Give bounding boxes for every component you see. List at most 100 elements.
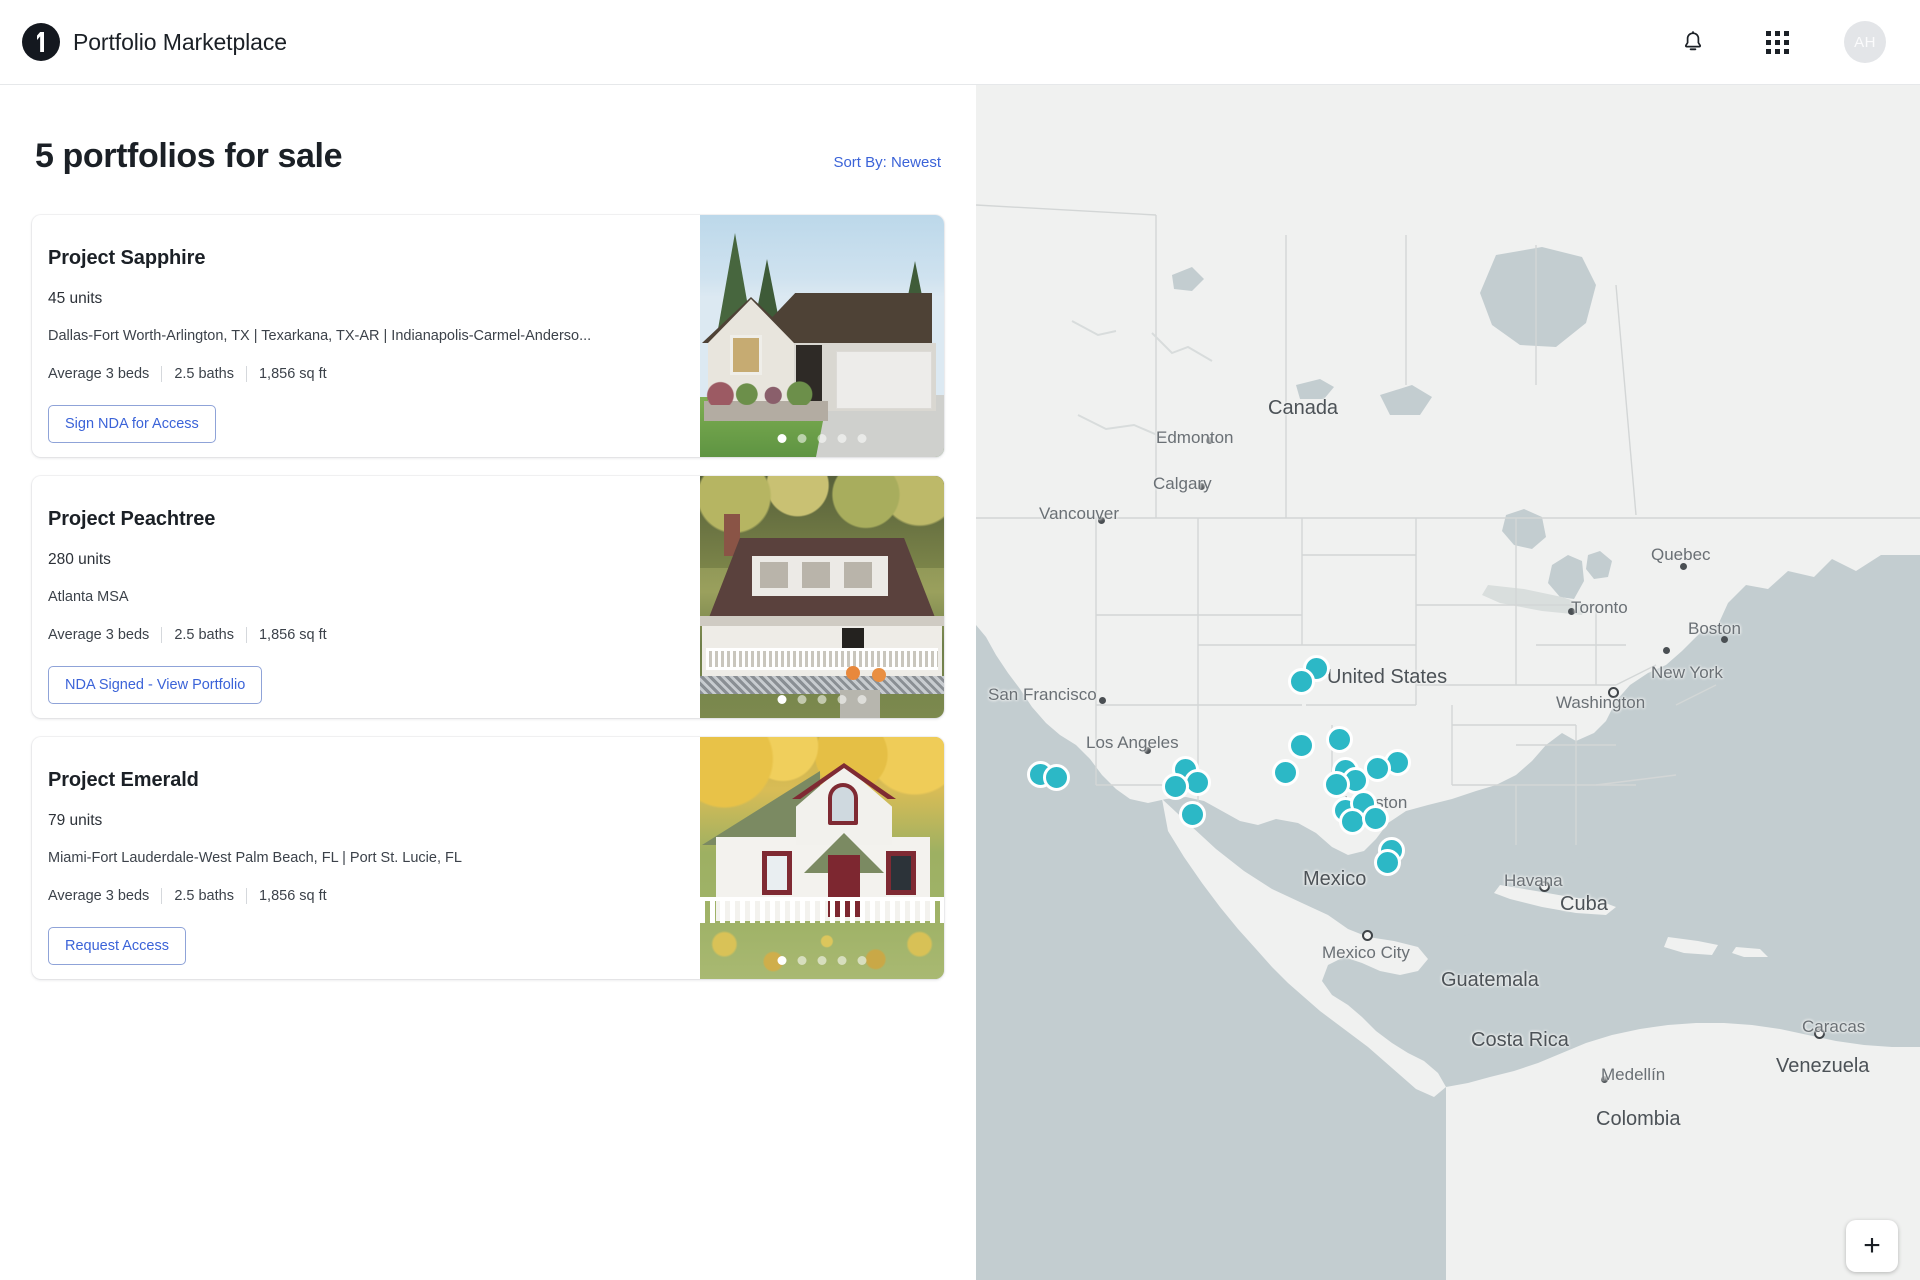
card-details: Project Emerald 79 units Miami-Fort Laud… bbox=[32, 737, 700, 979]
map-city-dot bbox=[1098, 517, 1105, 524]
card-markets: Atlanta MSA bbox=[48, 589, 129, 605]
map-property-marker[interactable] bbox=[1323, 771, 1350, 798]
map-zoom-in-button[interactable]: + bbox=[1846, 1220, 1898, 1272]
card-image-carousel[interactable] bbox=[700, 737, 944, 979]
card-title: Project Sapphire bbox=[48, 247, 206, 269]
map-city-dot bbox=[1206, 437, 1213, 444]
map-city-dot bbox=[1680, 563, 1687, 570]
page-title: 5 portfolios for sale bbox=[35, 137, 343, 175]
map-capital-dot bbox=[1814, 1028, 1825, 1039]
map-capital-dot bbox=[1608, 687, 1619, 698]
spec-divider bbox=[245, 627, 247, 643]
map-property-marker[interactable] bbox=[1374, 849, 1401, 876]
bell-icon[interactable] bbox=[1676, 25, 1710, 59]
carousel-dot[interactable] bbox=[777, 956, 787, 965]
card-details: Project Sapphire 45 units Dallas-Fort Wo… bbox=[32, 215, 700, 457]
portfolio-card[interactable]: Project Sapphire 45 units Dallas-Fort Wo… bbox=[32, 215, 944, 457]
card-specs: Average 3 beds 2.5 baths 1,856 sq ft bbox=[48, 366, 700, 382]
portfolio-card[interactable]: Project Peachtree 280 units Atlanta MSA … bbox=[32, 476, 944, 718]
spec-divider bbox=[161, 627, 163, 643]
carousel-dot[interactable] bbox=[777, 434, 787, 443]
card-units: 79 units bbox=[48, 812, 103, 829]
card-specs: Average 3 beds 2.5 baths 1,856 sq ft bbox=[48, 888, 700, 904]
spec-divider bbox=[161, 888, 163, 904]
nda-signed-view-portfolio-button[interactable]: NDA Signed - View Portfolio bbox=[48, 666, 263, 704]
property-photo bbox=[700, 215, 944, 457]
spec-beds: Average 3 beds bbox=[48, 366, 150, 382]
spec-sqft: 1,856 sq ft bbox=[258, 627, 327, 643]
spec-divider bbox=[245, 888, 247, 904]
spec-baths: 2.5 baths bbox=[174, 627, 234, 643]
portfolio-card[interactable]: Project Emerald 79 units Miami-Fort Laud… bbox=[32, 737, 944, 979]
map-property-marker[interactable] bbox=[1179, 801, 1206, 828]
property-photo bbox=[700, 476, 944, 718]
main-content: 5 portfolios for sale Sort By: Newest Pr… bbox=[0, 85, 1920, 1280]
carousel-dot[interactable] bbox=[837, 434, 847, 443]
one-circle-logo-icon bbox=[22, 23, 60, 61]
spec-baths: 2.5 baths bbox=[174, 366, 234, 382]
carousel-dots bbox=[777, 434, 867, 443]
map-property-marker[interactable] bbox=[1288, 732, 1315, 759]
carousel-dot[interactable] bbox=[797, 956, 807, 965]
property-photo bbox=[700, 737, 944, 979]
map-basemap bbox=[976, 85, 1920, 1280]
carousel-dots bbox=[777, 956, 867, 965]
spec-sqft: 1,856 sq ft bbox=[258, 366, 327, 382]
carousel-dots bbox=[777, 695, 867, 704]
carousel-dot[interactable] bbox=[857, 956, 867, 965]
carousel-dot[interactable] bbox=[797, 434, 807, 443]
card-markets: Miami-Fort Lauderdale-West Palm Beach, F… bbox=[48, 850, 462, 866]
carousel-dot[interactable] bbox=[817, 695, 827, 704]
spec-baths: 2.5 baths bbox=[174, 888, 234, 904]
carousel-dot[interactable] bbox=[837, 695, 847, 704]
card-units: 45 units bbox=[48, 290, 103, 307]
spec-divider bbox=[245, 366, 247, 382]
map-city-dot bbox=[1568, 608, 1575, 615]
map-property-marker[interactable] bbox=[1326, 726, 1353, 753]
map-property-marker[interactable] bbox=[1162, 773, 1189, 800]
card-details: Project Peachtree 280 units Atlanta MSA … bbox=[32, 476, 700, 718]
carousel-dot[interactable] bbox=[837, 956, 847, 965]
card-image-carousel[interactable] bbox=[700, 476, 944, 718]
avatar[interactable]: AH bbox=[1844, 21, 1886, 63]
map-capital-dot bbox=[1362, 930, 1373, 941]
spec-divider bbox=[161, 366, 163, 382]
map-property-marker[interactable] bbox=[1043, 764, 1070, 791]
card-units: 280 units bbox=[48, 551, 111, 568]
carousel-dot[interactable] bbox=[777, 695, 787, 704]
carousel-dot[interactable] bbox=[857, 434, 867, 443]
top-navigation-bar: Portfolio Marketplace AH bbox=[0, 0, 1920, 85]
spec-beds: Average 3 beds bbox=[48, 627, 150, 643]
portfolio-list-pane: 5 portfolios for sale Sort By: Newest Pr… bbox=[0, 85, 976, 1280]
sort-by-control[interactable]: Sort By: Newest bbox=[833, 154, 941, 176]
map-property-marker[interactable] bbox=[1288, 668, 1315, 695]
map-property-marker[interactable] bbox=[1362, 805, 1389, 832]
carousel-dot[interactable] bbox=[857, 695, 867, 704]
map-pane[interactable]: Canada United States Mexico Cuba Guatemala Co… bbox=[976, 85, 1920, 1280]
map-city-dot bbox=[1144, 747, 1151, 754]
map-city-dot bbox=[1198, 483, 1205, 490]
map-capital-dot bbox=[1539, 881, 1550, 892]
carousel-dot[interactable] bbox=[817, 956, 827, 965]
sign-nda-for-access-button[interactable]: Sign NDA for Access bbox=[48, 405, 216, 443]
carousel-dot[interactable] bbox=[797, 695, 807, 704]
card-markets: Dallas-Fort Worth-Arlington, TX | Texark… bbox=[48, 328, 592, 344]
map-city-dot bbox=[1099, 697, 1106, 704]
brand-title: Portfolio Marketplace bbox=[73, 28, 287, 55]
card-title: Project Peachtree bbox=[48, 508, 216, 530]
spec-beds: Average 3 beds bbox=[48, 888, 150, 904]
top-bar-actions: AH bbox=[1676, 21, 1886, 63]
portfolio-card-list: Project Sapphire 45 units Dallas-Fort Wo… bbox=[32, 215, 944, 979]
map-city-dot bbox=[1721, 636, 1728, 643]
grid-apps-icon[interactable] bbox=[1760, 25, 1794, 59]
card-image-carousel[interactable] bbox=[700, 215, 944, 457]
list-header: 5 portfolios for sale Sort By: Newest bbox=[32, 85, 944, 176]
card-specs: Average 3 beds 2.5 baths 1,856 sq ft bbox=[48, 627, 700, 643]
map-city-dot bbox=[1601, 1076, 1608, 1083]
map-city-dot bbox=[1663, 647, 1670, 654]
carousel-dot[interactable] bbox=[817, 434, 827, 443]
spec-sqft: 1,856 sq ft bbox=[258, 888, 327, 904]
map-property-marker[interactable] bbox=[1272, 759, 1299, 786]
request-access-button[interactable]: Request Access bbox=[48, 927, 186, 965]
brand[interactable]: Portfolio Marketplace bbox=[22, 23, 287, 61]
